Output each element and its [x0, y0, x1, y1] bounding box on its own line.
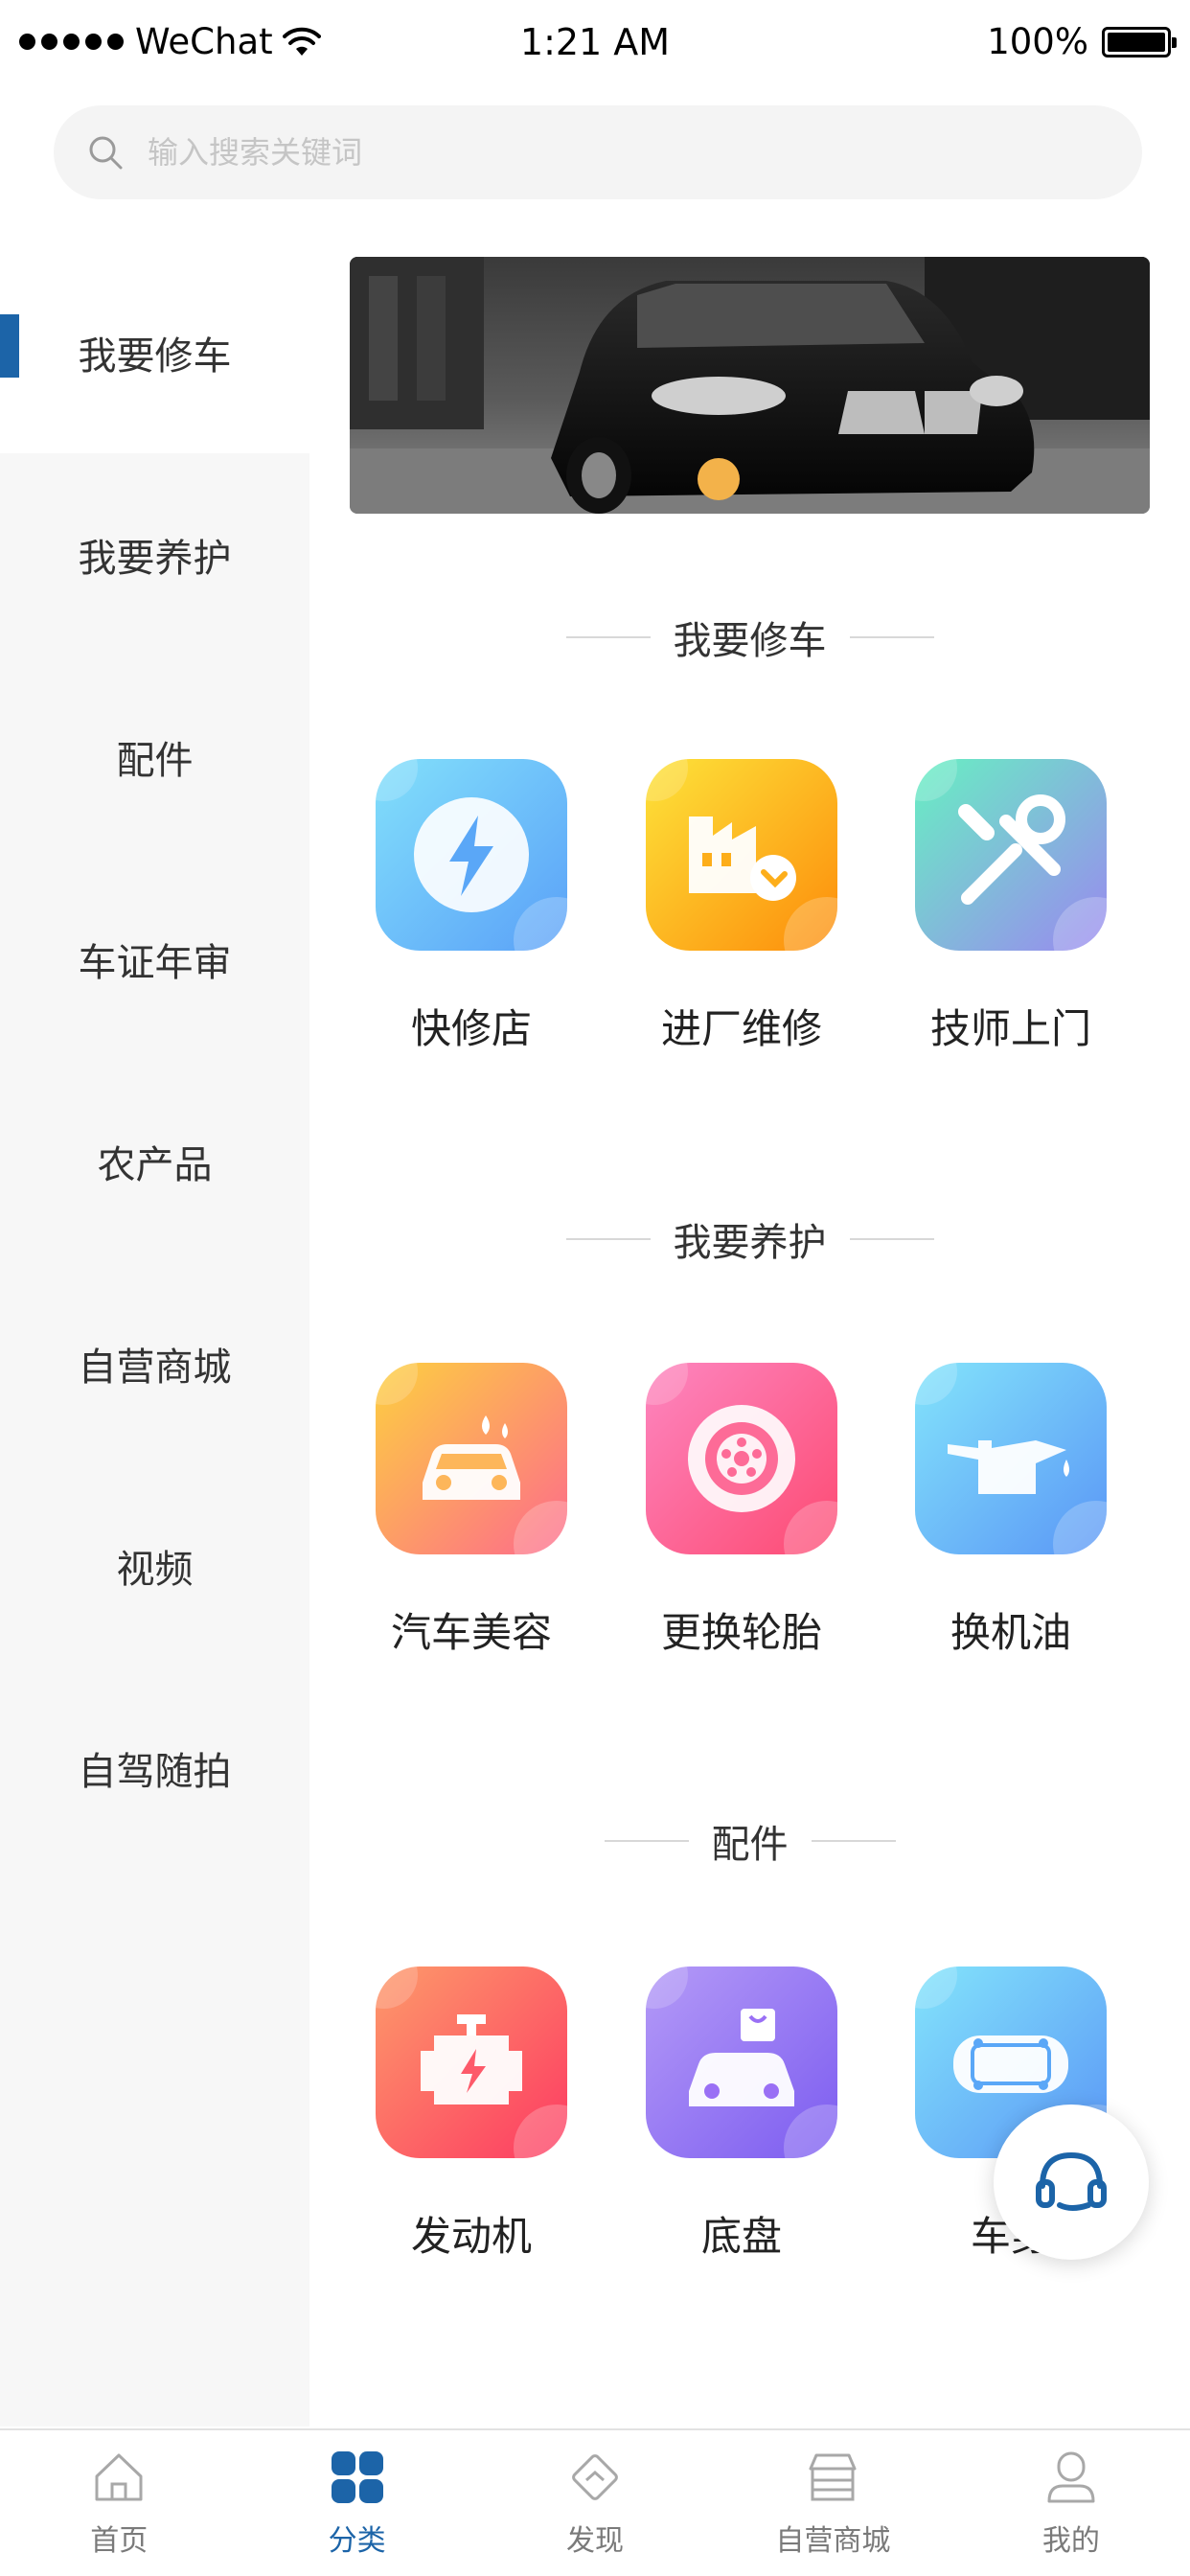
discover-icon	[572, 2454, 618, 2500]
status-bar-right: 100%	[987, 21, 1177, 62]
section-header-parts: 配件	[350, 1813, 1150, 1869]
battery-icon	[1102, 26, 1177, 58]
chassis-icon	[646, 1966, 837, 2158]
sidebar-item-label: 自营商城	[78, 1345, 232, 1390]
grid-item-oil-change[interactable]: 换机油	[877, 1363, 1145, 1659]
search-icon	[89, 136, 123, 170]
divider-line	[565, 636, 651, 638]
factory-icon	[646, 759, 837, 951]
car-banner-image	[350, 257, 1150, 514]
search-bar[interactable]	[54, 105, 1142, 199]
section-header-repair: 我要修车	[350, 610, 1150, 665]
tab-label: 自营商城	[775, 2524, 891, 2558]
sidebar-item-label: 我要修车	[78, 334, 232, 379]
sidebar-item-farm-products[interactable]: 农产品	[0, 1060, 309, 1262]
engine-icon	[376, 1966, 567, 2158]
section-title: 我要修车	[673, 619, 827, 663]
home-icon	[95, 2453, 143, 2501]
sidebar-item-label: 视频	[116, 1547, 194, 1592]
grid-item-quick-repair-shop[interactable]: 快修店	[337, 759, 606, 1055]
tab-label: 我的	[1041, 2524, 1100, 2558]
grid-item-label: 发动机	[410, 2213, 532, 2260]
status-bar: WeChat 1:21 AM 100%	[0, 0, 1190, 86]
sidebar-item-label: 我要养护	[78, 536, 232, 581]
grid-item-label: 底盘	[700, 2213, 782, 2260]
car-wash-icon	[376, 1363, 567, 1554]
category-icon	[331, 2451, 383, 2503]
search-input[interactable]	[146, 133, 1108, 172]
sidebar-item-video[interactable]: 视频	[0, 1464, 309, 1667]
grid-item-chassis[interactable]: 底盘	[607, 1966, 876, 2263]
grid-item-label: 换机油	[950, 1609, 1071, 1656]
bottom-tab-bar: 首页 分类 发现 自营商城 我的	[0, 2428, 1190, 2576]
grid-item-label: 汽车美容	[390, 1609, 552, 1656]
divider-line	[604, 1840, 689, 1842]
grid-item-label: 快修店	[410, 1005, 532, 1052]
divider-line	[849, 636, 934, 638]
tab-label: 发现	[566, 2524, 625, 2558]
grid-item-label: 更换轮胎	[660, 1609, 822, 1656]
section-title: 配件	[711, 1823, 789, 1867]
oil-can-icon	[915, 1363, 1107, 1554]
grid-item-factory-repair[interactable]: 进厂维修	[607, 759, 876, 1055]
section-title: 我要养护	[673, 1221, 827, 1265]
headset-icon	[1036, 2151, 1107, 2211]
sidebar-item-self-store[interactable]: 自营商城	[0, 1262, 309, 1464]
category-sidebar: 我要修车 我要养护 配件 车证年审 农产品 自营商城 视频 自驾随拍	[0, 251, 309, 2426]
battery-percentage: 100%	[987, 21, 1088, 62]
section-header-maintenance: 我要养护	[350, 1211, 1150, 1267]
sidebar-item-repair[interactable]: 我要修车	[0, 251, 309, 453]
divider-line	[811, 1840, 896, 1842]
profile-icon	[1047, 2451, 1095, 2503]
sidebar-item-label: 配件	[116, 738, 194, 783]
tab-category[interactable]: 分类	[238, 2430, 475, 2576]
store-icon	[809, 2453, 857, 2501]
tab-label: 分类	[328, 2524, 386, 2558]
grid-item-engine[interactable]: 发动机	[337, 1966, 606, 2263]
tab-profile[interactable]: 我的	[952, 2430, 1190, 2576]
tools-icon	[915, 759, 1107, 951]
tab-store[interactable]: 自营商城	[714, 2430, 951, 2576]
customer-service-button[interactable]	[994, 2104, 1149, 2260]
sidebar-item-label: 农产品	[97, 1142, 213, 1187]
divider-line	[565, 1238, 651, 1240]
grid-item-car-beauty[interactable]: 汽车美容	[337, 1363, 606, 1659]
sidebar-item-road-trip-photos[interactable]: 自驾随拍	[0, 1667, 309, 1869]
sidebar-item-label: 车证年审	[78, 940, 232, 985]
sidebar-item-label: 自驾随拍	[78, 1749, 232, 1794]
tab-home[interactable]: 首页	[0, 2430, 238, 2576]
promo-banner[interactable]	[350, 257, 1150, 514]
sidebar-item-annual-inspection[interactable]: 车证年审	[0, 858, 309, 1060]
divider-line	[849, 1238, 934, 1240]
grid-item-label: 进厂维修	[660, 1005, 822, 1052]
lightning-icon	[376, 759, 567, 951]
sidebar-item-parts[interactable]: 配件	[0, 656, 309, 858]
tab-discover[interactable]: 发现	[476, 2430, 714, 2576]
tire-icon	[646, 1363, 837, 1554]
grid-item-tire-change[interactable]: 更换轮胎	[607, 1363, 876, 1659]
tab-label: 首页	[90, 2524, 149, 2558]
sidebar-item-maintenance[interactable]: 我要养护	[0, 453, 309, 656]
grid-item-label: 技师上门	[929, 1005, 1091, 1052]
grid-item-technician-home-service[interactable]: 技师上门	[877, 759, 1145, 1055]
